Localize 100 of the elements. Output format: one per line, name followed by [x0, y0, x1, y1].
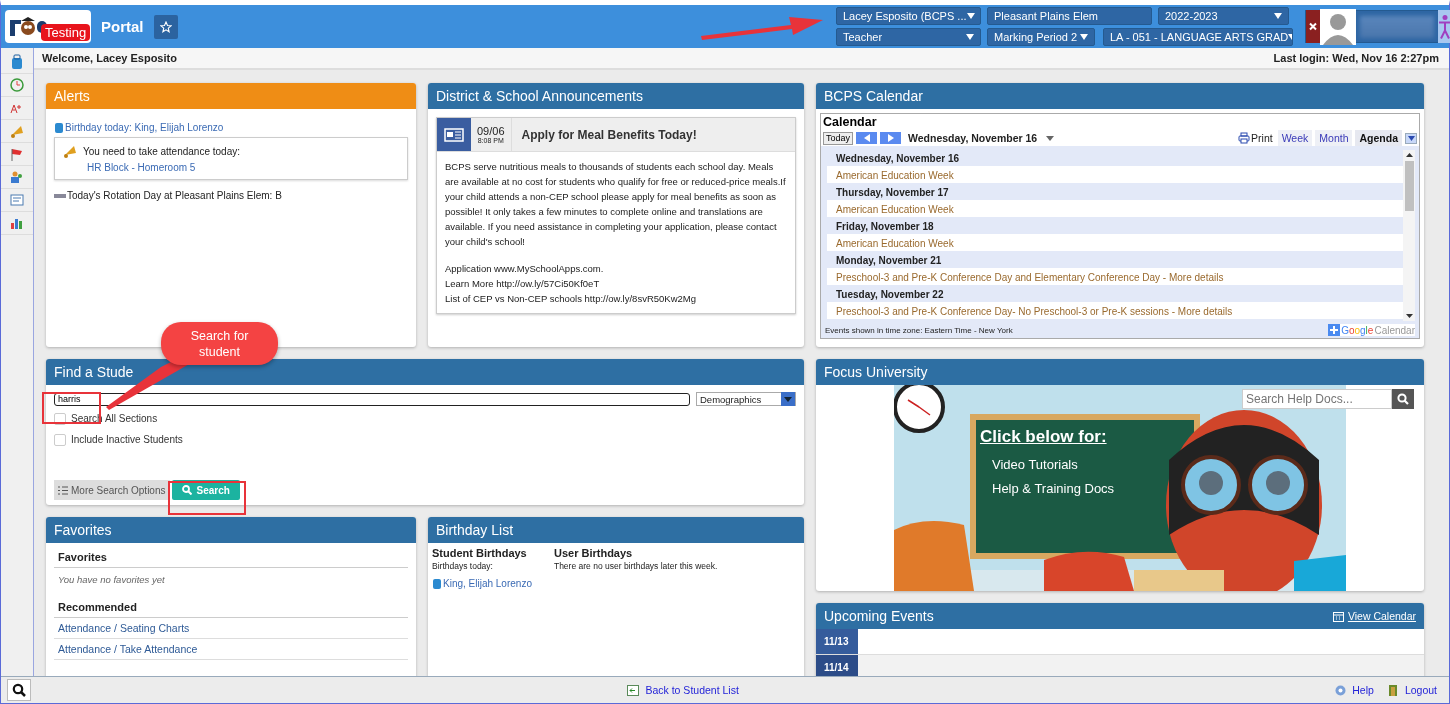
- star-icon: [159, 20, 172, 33]
- search-button[interactable]: [1392, 389, 1414, 409]
- student-link[interactable]: King, Elijah Lorenzo: [443, 577, 532, 589]
- panel-title: Alerts: [54, 88, 90, 104]
- backpack-icon: [54, 121, 64, 133]
- clock-icon: [9, 77, 25, 93]
- testing-badge: Testing: [41, 24, 91, 41]
- recommended-link[interactable]: Attendance / Seating Charts: [54, 618, 408, 639]
- context-dropdown[interactable]: Pleasant Plains Elem: [987, 7, 1152, 25]
- empty-message: You have no favorites yet: [57, 573, 166, 587]
- agenda-event[interactable]: American Education Week: [827, 235, 1403, 252]
- context-dropdown[interactable]: Lacey Esposito (BCPS ...: [836, 7, 981, 25]
- list-back-icon: [627, 684, 640, 696]
- calendar-icon: [1332, 610, 1344, 622]
- view-tab[interactable]: Agenda: [1355, 130, 1402, 146]
- context-dropdown[interactable]: 2022-2023: [1158, 7, 1289, 25]
- left-arrow-icon: [863, 134, 870, 142]
- view-tab[interactable]: Month: [1315, 130, 1353, 146]
- search-icon: [1397, 393, 1409, 405]
- backpack-icon: [432, 577, 442, 589]
- banner-link[interactable]: Video Tutorials: [992, 457, 1115, 472]
- announcement-line: List of CEP vs Non-CEP schools http://ow.ly/8svR50Kw2Mg: [445, 292, 697, 306]
- caret-icon: [1274, 13, 1282, 19]
- checkbox-option[interactable]: Include Inactive Students: [54, 429, 796, 450]
- agenda-event[interactable]: Preschool-3 and Pre-K Conference Day- No Preschool-3 or Pre-K sessions - More details: [827, 303, 1403, 320]
- search-type-dropdown[interactable]: Demographics: [696, 392, 796, 406]
- search-button[interactable]: [7, 679, 31, 701]
- search-icon: [181, 485, 192, 495]
- today-button[interactable]: Today: [823, 131, 854, 145]
- printer-icon: [1238, 132, 1251, 144]
- panel-title: Favorites: [54, 522, 112, 538]
- back-link[interactable]: Back to Student List: [627, 684, 739, 696]
- announcement-date: 09/06: [477, 125, 505, 137]
- announcement-line: Learn More http://ow.ly/57Ci50Kf0eT: [445, 277, 601, 291]
- birthday-link[interactable]: Birthday today: King, Elijah Lorenzo: [65, 121, 224, 133]
- view-calendar-link[interactable]: View Calendar: [1332, 610, 1416, 622]
- welcome-text: Welcome, Lacey Esposito: [42, 52, 177, 64]
- help-icon: [1335, 684, 1347, 696]
- agenda-event[interactable]: Preschool-3 and Pre-K Conference Day and Elementary Conference Day - More details: [827, 269, 1403, 286]
- context-dropdown[interactable]: Marking Period 2: [987, 28, 1095, 46]
- bell-icon: [63, 144, 77, 158]
- birthday-message: There are no user birthdays later this week.: [553, 561, 718, 571]
- column-heading: User Birthdays: [553, 547, 634, 559]
- context-dropdown[interactable]: LA - 051 - LANGUAGE ARTS GRAD: [1103, 28, 1293, 46]
- panel-title: Upcoming Events: [824, 608, 934, 624]
- previous-button[interactable]: [856, 132, 878, 144]
- view-tab[interactable]: Week: [1277, 130, 1313, 146]
- scrollbar[interactable]: [1403, 150, 1415, 321]
- accessibility-icon: [1438, 10, 1450, 43]
- door-icon: [1387, 684, 1399, 696]
- announcement-line: Application www.MySchoolApps.com.: [445, 262, 605, 276]
- view-menu-button[interactable]: [1405, 132, 1417, 144]
- more-options-button[interactable]: More Search Options: [54, 480, 170, 500]
- newspaper-icon: [444, 127, 464, 142]
- caret-icon: [966, 13, 975, 19]
- event-date: 11/14: [816, 655, 858, 676]
- caret-icon: [1046, 135, 1055, 141]
- scrollbar-thumb[interactable]: [1404, 161, 1414, 211]
- panel-title: District & School Announcements: [436, 88, 643, 104]
- logout-link[interactable]: Logout: [1387, 684, 1437, 696]
- search-field[interactable]: harris: [54, 392, 690, 406]
- event-date: 11/13: [816, 629, 858, 654]
- list-icon: [58, 485, 68, 495]
- homeroom-link[interactable]: HR Block - Homeroom 5: [87, 162, 399, 173]
- timezone-note: Events shown in time zone: Eastern Time - New York: [825, 325, 1013, 335]
- help-link[interactable]: Help: [1335, 684, 1374, 696]
- search-icon: [12, 683, 26, 697]
- callout: Search for student: [161, 322, 278, 365]
- recommended-link[interactable]: Attendance / Take Attendance: [54, 639, 408, 660]
- caret-icon: [1080, 34, 1088, 40]
- birthday-subtitle: Birthdays today:: [432, 561, 494, 571]
- help-search-field[interactable]: Search Help Docs...: [1242, 389, 1392, 409]
- page-title: Portal: [101, 18, 144, 35]
- rotation-text: Today's Rotation Day at Pleasant Plains Elem: B: [67, 190, 282, 201]
- favorite-button[interactable]: [153, 14, 178, 39]
- right-arrow-icon: [887, 134, 894, 142]
- banner-link[interactable]: Help & Training Docs: [992, 481, 1115, 496]
- close-icon: [1306, 10, 1320, 43]
- sidebar-item[interactable]: [1, 51, 33, 74]
- print-link[interactable]: Print: [1238, 132, 1273, 144]
- last-login-text: Last login: Wed, Nov 16 2:27pm: [1273, 52, 1439, 64]
- agenda-event[interactable]: American Education Week: [827, 167, 1403, 184]
- caret-icon: [1407, 135, 1415, 141]
- google-calendar-button[interactable]: GoogleCalendar: [1328, 324, 1415, 336]
- avatar-icon: [1320, 8, 1356, 45]
- caret-icon: [966, 34, 974, 40]
- up-arrow-icon: [1405, 153, 1413, 157]
- calendar-date: Wednesday, November 16: [908, 132, 1038, 144]
- column-heading: Student Birthdays: [432, 547, 528, 559]
- panel-title: Focus University: [824, 364, 928, 380]
- agenda-event[interactable]: American Education Week: [827, 201, 1403, 218]
- flag-icon: [9, 146, 25, 162]
- next-button[interactable]: [880, 132, 902, 144]
- people-icon: [9, 169, 25, 185]
- section-heading: Recommended: [54, 597, 408, 618]
- plus-icon: [1328, 324, 1341, 336]
- context-dropdown[interactable]: Teacher: [836, 28, 981, 46]
- calendar-title: Calendar: [822, 114, 878, 130]
- announcement-title: Apply for Meal Benefits Today!: [520, 127, 697, 142]
- card-icon: [9, 192, 25, 208]
